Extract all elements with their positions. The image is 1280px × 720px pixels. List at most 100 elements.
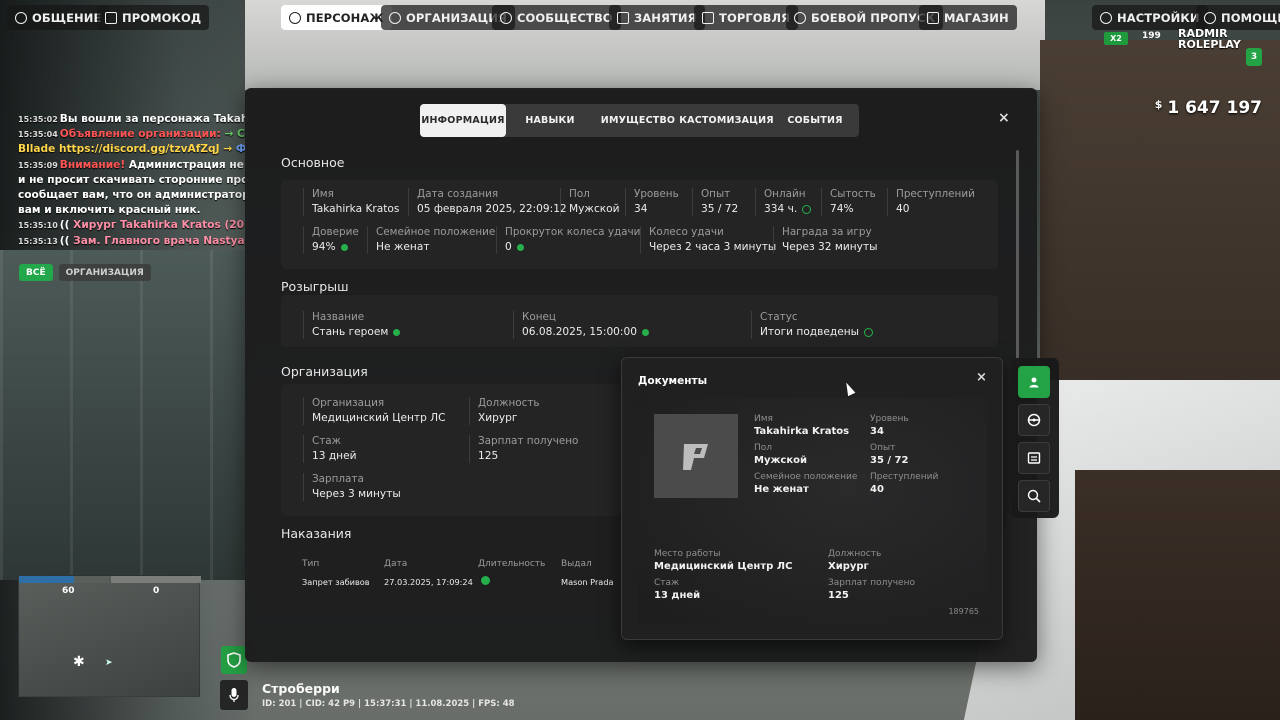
panel-close-button[interactable]: × [998,110,1010,126]
nav-chat[interactable]: ОБЩЕНИЕ [7,5,110,30]
tab-property[interactable]: ИМУЩЕСТВО [594,104,682,137]
minimap: 60 0 ✱ ➤ [18,575,201,697]
license-icon [1027,452,1041,464]
tab-skills[interactable]: НАВЫКИ [506,104,594,137]
raffle-status: Статус Итоги подведены [751,311,874,339]
server-number: 3 [1246,48,1262,66]
tab-events[interactable]: СОБЫТИЯ [771,104,859,137]
health-bar-rest [74,576,109,583]
status-help-icon [864,328,874,337]
field-crimes: Преступлений 40 [887,188,975,216]
section-punish-title: Наказания [281,526,352,541]
dock-search-button[interactable] [1018,480,1050,512]
chat-tab-organization[interactable]: ОРГАНИЗАЦИЯ [58,264,151,281]
punish-col-type: Тип [302,559,320,569]
org-icon [389,11,401,24]
nav-promo[interactable]: ПРОМОКОД [97,5,210,30]
chat-icon [15,11,27,24]
chat-tabs: ВСЁ ОРГАНИЗАЦИЯ [19,264,151,281]
doc-crimes: Преступлений 40 [870,472,939,495]
gear-icon [1100,11,1112,24]
spins-status-icon [516,244,524,251]
punish-type: Запрет забивов [302,577,370,587]
org-position: Должность Хирург [469,397,540,425]
online-info-icon [802,205,812,214]
scene-window [0,250,245,580]
punish-col-duration: Длительность [478,559,546,569]
pass-icon [794,11,806,24]
documents-close-button[interactable]: × [976,370,987,385]
document-photo [654,414,738,498]
org-name: Организация Медицинский Центр ЛС [303,397,446,425]
chat-line: 15:35:10(( Хирург Takahirka Kratos (201)… [18,219,248,232]
x2-badge: X2 [1104,32,1128,45]
field-wheel-spins: Прокруток колеса удачи 0 [496,226,640,254]
chat-line: вам и включить красный ник. [18,204,201,217]
nav-community[interactable]: СООБЩЕСТВО [492,5,621,30]
raffle-name: Название Стань героем [303,311,401,339]
search-badge-icon [1027,489,1041,503]
health-value: 60 [62,586,75,596]
shield-icon [221,646,247,674]
field-reward: Награда за игру Через 32 минуты [773,226,877,254]
doc-workplace: Место работы Медицинский Центр ЛС [654,549,793,572]
section-basic-title: Основное [281,155,345,170]
doc-position: Должность Хирург [828,549,882,572]
chat-tab-all[interactable]: ВСЁ [19,264,53,281]
documents-popup: Документы × Имя Takahirka Kratos Уровень 3… [621,357,1003,640]
documents-title: Документы [638,375,708,387]
chat-log: 15:35:02 Вы вошли за персонажа Takahirk 15… [18,112,248,249]
document-dock [1011,358,1059,518]
field-wheel: Колесо удачи Через 2 часа 3 минуты [640,226,776,254]
chat-line: и не просит скачивать сторонние про [18,173,248,186]
community-icon [500,11,512,24]
armor-bar [111,576,201,583]
compass-icon: ✱ [73,654,85,670]
org-card: Организация Медицинский Центр ЛС Должност… [281,384,621,516]
section-org-title: Организация [281,364,368,379]
panel-tabs: ИНФОРМАЦИЯ НАВЫКИ ИМУЩЕСТВО КАСТОМИЗАЦИЯ… [420,104,859,137]
money-display: $1 647 197 [1154,98,1262,118]
dock-driver-license-button[interactable] [1018,404,1050,436]
doc-level: Уровень 34 [870,414,909,437]
server-logo: RADMIR ROLEPLAY [1178,27,1241,51]
microphone-icon[interactable] [220,680,248,710]
top-nav: ОБЩЕНИЕ ПРОМОКОД ПЕРСОНАЖ ОРГАНИЗАЦИЯ СО… [0,5,1280,31]
punish-duration-icon [481,576,490,587]
org-tenure: Стаж 13 дней [303,435,357,463]
chat-line: Bllade https://discord.gg/tzvAfZqJ → Ф [18,143,247,156]
document-card: Имя Takahirka Kratos Уровень 34 Пол Мужской… [638,398,987,624]
field-level: Уровень 34 [625,188,679,216]
dock-license-button[interactable] [1018,442,1050,474]
doc-marital: Семейное положение Не женат [754,472,858,495]
nav-character[interactable]: ПЕРСОНАЖ [281,5,392,30]
punish-col-date: Дата [384,559,408,569]
nav-trade[interactable]: ТОРГОВЛЯ [694,5,799,30]
punish-col-by: Выдал [561,559,592,569]
field-satiety: Сытость 74% [821,188,876,216]
book-icon [617,11,629,24]
doc-exp: Опыт 35 / 72 [870,443,909,466]
player-name: Строберри [262,681,340,696]
server-logo-icon [683,444,708,470]
section-raffle-title: Розыгрыш [281,279,349,294]
health-bar [19,576,74,583]
field-gender: Пол Мужской [560,188,620,216]
player-arrow-icon: ➤ [105,658,113,668]
org-salary: Зарплата Через 3 минуты [303,473,401,501]
nav-shop[interactable]: МАГАЗИН [919,5,1017,30]
doc-tenure: Стаж 13 дней [654,578,701,601]
field-exp: Опыт 35 / 72 [692,188,738,216]
tab-info[interactable]: ИНФОРМАЦИЯ [420,104,506,137]
dock-passport-button[interactable] [1018,366,1050,398]
nav-activities[interactable]: ЗАНЯТИЯ [609,5,705,30]
armor-value: 0 [153,586,160,596]
doc-salaries: Зарплат получено 125 [828,578,915,601]
org-salaries: Зарплат получено 125 [469,435,578,463]
cart-icon [927,11,939,24]
tab-customization[interactable]: КАСТОМИЗАЦИЯ [679,104,773,137]
chat-line: 15:35:04Объявление организации: → Cur [18,128,248,141]
user-icon [289,11,301,24]
steering-wheel-icon [1027,413,1041,427]
panel-scrollbar[interactable] [1016,150,1019,368]
